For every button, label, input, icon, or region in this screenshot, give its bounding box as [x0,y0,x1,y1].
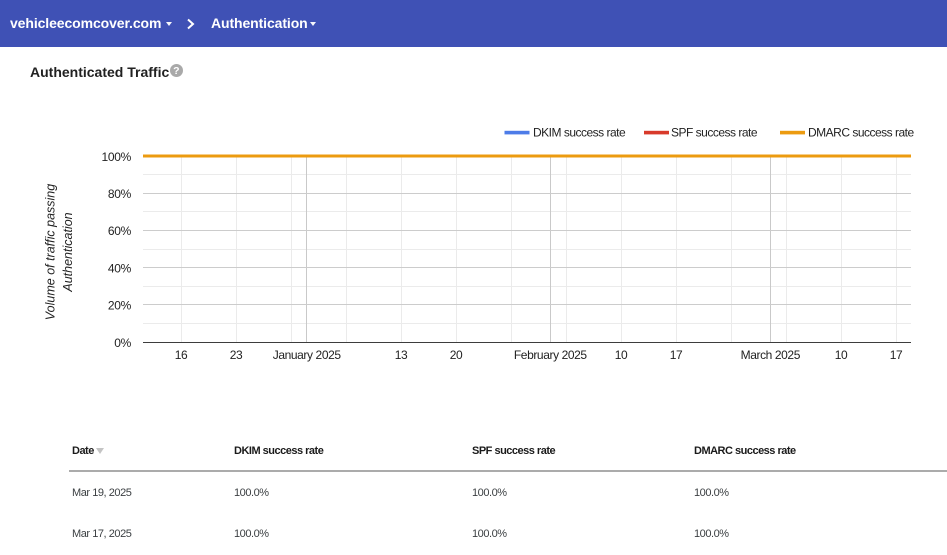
svg-text:40%: 40% [108,261,132,275]
svg-text:DKIM success rate: DKIM success rate [533,126,626,140]
svg-text:100%: 100% [102,150,132,164]
svg-text:SPF success rate: SPF success rate [671,126,758,140]
svg-text:0%: 0% [114,336,131,350]
svg-text:10: 10 [835,348,848,362]
svg-text:23: 23 [230,348,243,362]
svg-text:20%: 20% [108,299,132,313]
svg-text:80%: 80% [108,187,132,201]
svg-text:17: 17 [890,348,903,362]
svg-text:Authentication: Authentication [61,212,75,292]
svg-text:16: 16 [175,348,188,362]
svg-text:10: 10 [615,348,628,362]
svg-text:13: 13 [395,348,408,362]
svg-text:Volume of traffic passing: Volume of traffic passing [44,184,58,320]
svg-text:January 2025: January 2025 [273,348,342,362]
svg-text:60%: 60% [108,224,132,238]
svg-text:17: 17 [670,348,683,362]
svg-text:20: 20 [450,348,463,362]
svg-text:February 2025: February 2025 [514,348,588,362]
svg-text:DMARC success rate: DMARC success rate [808,126,915,140]
svg-text:March 2025: March 2025 [741,348,801,362]
